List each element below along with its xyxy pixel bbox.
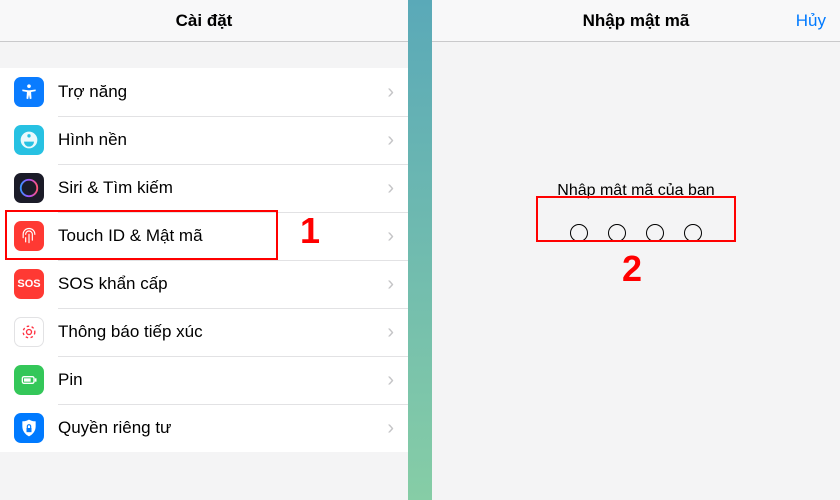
row-label: SOS khẩn cấp xyxy=(58,274,387,294)
row-label: Quyền riêng tư xyxy=(58,418,387,438)
chevron-right-icon: › xyxy=(387,273,408,296)
exposure-icon xyxy=(14,317,44,347)
chevron-right-icon: › xyxy=(387,369,408,392)
passcode-dots[interactable] xyxy=(570,224,702,242)
passcode-dot xyxy=(646,224,664,242)
settings-title: Cài đặt xyxy=(176,11,233,31)
settings-header: Cài đặt xyxy=(0,0,408,42)
row-sos[interactable]: SOS SOS khẩn cấp › xyxy=(0,260,408,308)
annotation-step-1: 1 xyxy=(300,210,320,252)
row-exposure[interactable]: Thông báo tiếp xúc › xyxy=(0,308,408,356)
row-label: Touch ID & Mật mã xyxy=(58,226,387,246)
settings-panel: Cài đặt Trợ năng › Hình nền › Siri & Tìm… xyxy=(0,0,408,500)
privacy-icon xyxy=(14,413,44,443)
chevron-right-icon: › xyxy=(387,321,408,344)
sos-text: SOS xyxy=(17,278,40,290)
wallpaper-icon xyxy=(14,125,44,155)
passcode-prompt: Nhập mật mã của bạn xyxy=(557,182,714,200)
row-label: Thông báo tiếp xúc xyxy=(58,322,387,342)
row-touchid[interactable]: Touch ID & Mật mã › xyxy=(0,212,408,260)
sos-icon: SOS xyxy=(14,269,44,299)
row-label: Hình nền xyxy=(58,130,387,150)
siri-icon xyxy=(14,173,44,203)
chevron-right-icon: › xyxy=(387,417,408,440)
cancel-button[interactable]: Hủy xyxy=(796,11,826,31)
chevron-right-icon: › xyxy=(387,225,408,248)
row-privacy[interactable]: Quyền riêng tư › xyxy=(0,404,408,452)
row-label: Trợ năng xyxy=(58,82,387,102)
chevron-right-icon: › xyxy=(387,177,408,200)
passcode-title: Nhập mật mã xyxy=(583,11,690,31)
passcode-dot xyxy=(608,224,626,242)
row-siri[interactable]: Siri & Tìm kiếm › xyxy=(0,164,408,212)
annotation-step-2: 2 xyxy=(622,248,642,290)
row-wallpaper[interactable]: Hình nền › xyxy=(0,116,408,164)
passcode-dot xyxy=(684,224,702,242)
chevron-right-icon: › xyxy=(387,129,408,152)
row-label: Siri & Tìm kiếm xyxy=(58,178,387,198)
touchid-icon xyxy=(14,221,44,251)
passcode-dot xyxy=(570,224,588,242)
accessibility-icon xyxy=(14,77,44,107)
passcode-panel: Nhập mật mã Hủy Nhập mật mã của bạn 2 xyxy=(432,0,840,500)
passcode-area: Nhập mật mã của bạn xyxy=(432,182,840,242)
battery-icon xyxy=(14,365,44,395)
row-battery[interactable]: Pin › xyxy=(0,356,408,404)
chevron-right-icon: › xyxy=(387,81,408,104)
row-accessibility[interactable]: Trợ năng › xyxy=(0,68,408,116)
passcode-header: Nhập mật mã Hủy xyxy=(432,0,840,42)
row-label: Pin xyxy=(58,370,387,390)
settings-list: Trợ năng › Hình nền › Siri & Tìm kiếm › … xyxy=(0,68,408,452)
